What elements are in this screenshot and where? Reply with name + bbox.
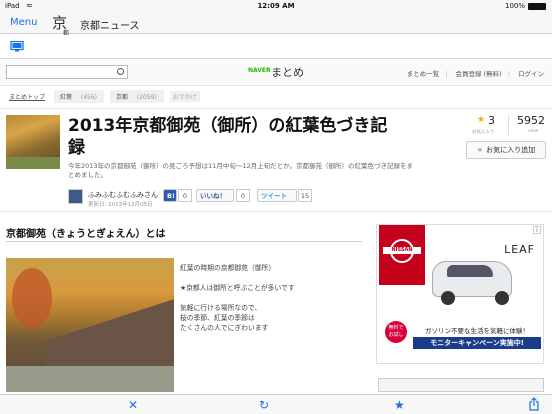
photo-tree [12, 268, 52, 328]
close-icon[interactable]: ✕ [128, 397, 138, 413]
facebook-like-button[interactable]: いいね！ [196, 189, 234, 202]
breadcrumb-top[interactable]: まとめトップ [6, 91, 48, 102]
search-icon[interactable] [117, 68, 124, 75]
breadcrumb: まとめトップ 紅葉 (456) 京都 (2059) おでかけ [6, 90, 204, 103]
free-trial-badge: 無料で お試し [385, 321, 407, 343]
browser-toolbar: ✕ ↻ ★ [0, 394, 552, 414]
naver-brand[interactable]: NAVER [248, 67, 271, 74]
status-bar: iPad ≈ 12:09 AM 100% [0, 0, 552, 12]
naver-header: NAVER まとめ まとめ一覧 | 会員登録 (無料) | ログイン [0, 60, 552, 86]
tag-odekake[interactable]: おでかけ [169, 91, 200, 102]
app-nav-bar: Menu 京 都 京都ニュース [0, 12, 552, 37]
ad-info-icon[interactable]: i [533, 226, 541, 234]
favorite-count: 3 [488, 114, 495, 127]
ad-catchphrase: ガソリン不要な生活を気軽に体験！ [425, 327, 529, 335]
matome-logo[interactable]: まとめ [271, 64, 304, 80]
hatena-count: 0 [178, 189, 192, 202]
car-wheel [441, 291, 455, 305]
app-logo: 京 都 [52, 13, 74, 37]
tweet-count: 15 [298, 189, 312, 202]
article-thumbnail[interactable] [6, 115, 60, 169]
search-input[interactable] [6, 65, 128, 79]
tag-kyoto[interactable]: 京都 (2059) [109, 90, 164, 103]
article-header: 2013年京都御苑（御所）の紅葉色づき記録 今年2013年の京都御苑（御所）の見… [0, 108, 552, 212]
section-heading: 京都御苑（きょうとぎょえん）とは [6, 229, 166, 240]
add-favorite-button[interactable]: ★ お気に入り追加 [466, 141, 546, 159]
tag-koyo-count: (456) [80, 94, 98, 101]
clock: 12:09 AM [257, 2, 295, 10]
campaign-banner: モニターキャンペーン実施中! [413, 337, 541, 349]
section-body: 紅葉の時期の京都御苑（御所） ★京都人は御所と呼ぶことが多いです 気軽に行ける場… [180, 263, 365, 343]
car-window [447, 265, 493, 277]
updated-date: 更新日: 2013年12月05日 [88, 202, 153, 208]
body-paragraph-2: ★京都人は御所と呼ぶことが多いです [180, 284, 295, 292]
section-divider [6, 241, 362, 242]
article-description: 今年2013年の京都御苑（御所）の見ごろ予想は11月中旬〜12月上旬だとか。京都… [68, 162, 413, 179]
view-count: 5952 [517, 114, 545, 127]
app-root: iPad ≈ 12:09 AM 100% Menu 京 都 京都ニュース NAV… [0, 0, 552, 414]
link-login[interactable]: ログイン [518, 70, 544, 78]
car-wheel [495, 291, 509, 305]
menu-button[interactable]: Menu [10, 17, 37, 28]
nissan-brand: NISSAN [383, 247, 421, 254]
tweet-button[interactable]: ツイート [257, 189, 297, 202]
favorite-label: お気に入り [472, 130, 495, 135]
bookmark-star-icon[interactable]: ★ [394, 397, 405, 413]
app-title: 京都ニュース [80, 21, 140, 32]
reload-icon[interactable]: ↻ [259, 397, 269, 413]
tag-koyo[interactable]: 紅葉 (456) [53, 90, 105, 103]
nissan-leaf-ad[interactable]: NISSAN LEAF 無料で お試し ガソリン不要な生活を気軽に体験！ モニタ… [376, 224, 544, 364]
nissan-logo-panel: NISSAN [379, 225, 425, 285]
author-name[interactable]: ふみふむふむふみさん [88, 190, 158, 200]
facebook-count: 0 [236, 189, 250, 202]
article-title: 2013年京都御苑（御所）の紅葉色づき記録 [68, 116, 388, 158]
secondary-ad-strip[interactable] [378, 378, 544, 392]
star-icon: ★ [477, 115, 486, 125]
header-links: まとめ一覧 | 会員登録 (無料) | ログイン [406, 70, 544, 78]
body-paragraph-1: 紅葉の時期の京都御苑（御所） [180, 264, 276, 272]
view-label: view [528, 129, 539, 134]
tag-kyoto-label: 京都 [112, 91, 131, 102]
share-icon-glyph [529, 397, 539, 411]
stats-divider [508, 115, 509, 135]
tag-koyo-label: 紅葉 [56, 91, 75, 102]
star-outline-icon: ★ [476, 146, 484, 154]
link-register[interactable]: 会員登録 (無料) [456, 70, 502, 78]
monitor-icon[interactable] [10, 41, 24, 52]
photo-ground [6, 366, 174, 392]
hatena-button[interactable]: B! [163, 189, 177, 202]
leaf-model: LEAF [504, 243, 535, 256]
battery-percent: 100% [504, 2, 525, 10]
battery-icon [528, 3, 546, 10]
link-matome-list[interactable]: まとめ一覧 [407, 70, 440, 78]
tag-kyoto-count: (2059) [136, 94, 157, 101]
body-paragraph-3: 気軽に行ける場所なので、 桜の季節、紅葉の季節は たくさんの人でにぎわいます [180, 304, 269, 332]
add-favorite-label: お気に入り追加 [486, 146, 536, 154]
view-toolbar [0, 35, 552, 59]
author-avatar[interactable] [68, 189, 83, 204]
gosho-autumn-photo[interactable] [6, 258, 174, 392]
share-icon[interactable] [528, 397, 540, 414]
